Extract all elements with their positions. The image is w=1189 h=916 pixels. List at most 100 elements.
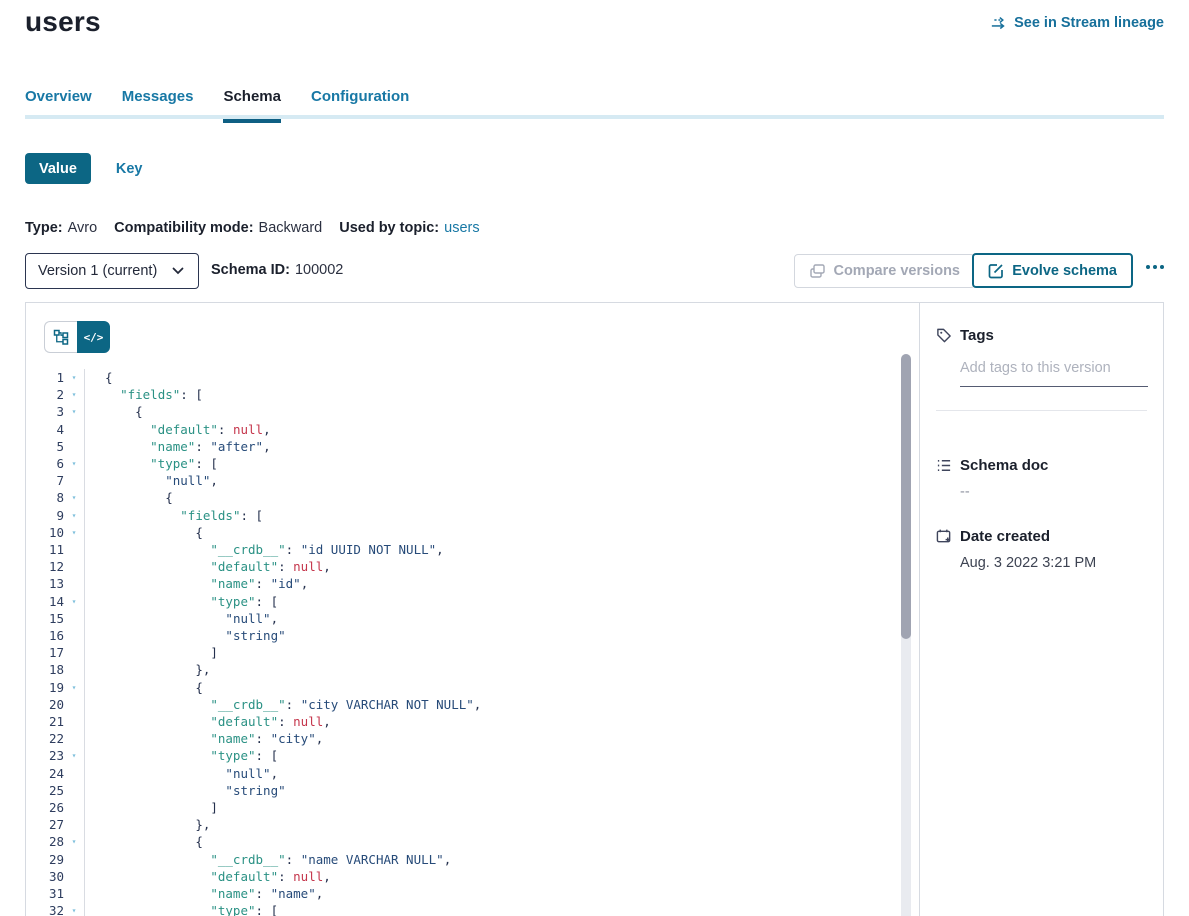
list-icon [936,458,952,474]
collapse-arrow-placeholder [64,661,84,678]
code-line: 27 }, [26,816,919,833]
collapse-arrow-icon[interactable]: ▾ [64,489,84,506]
add-tags-input[interactable] [960,360,1148,387]
line-number: 2 [26,386,64,403]
compare-versions-label: Compare versions [833,263,960,279]
code-text: ] [84,644,919,661]
used-by-topic-link[interactable]: users [444,220,479,236]
collapse-arrow-placeholder [64,541,84,558]
code-view-button[interactable]: </> [77,321,110,353]
collapse-arrow-placeholder [64,713,84,730]
code-line: 3▾ { [26,403,919,420]
collapse-arrow-icon[interactable]: ▾ [64,369,84,386]
code-scrollbar-thumb[interactable] [901,354,911,639]
collapse-arrow-icon[interactable]: ▾ [64,507,84,524]
code-text: "__crdb__": "id UUID NOT NULL", [84,541,919,558]
collapse-arrow-placeholder [64,885,84,902]
code-scrollbar-track[interactable] [901,354,911,916]
collapse-arrow-icon[interactable]: ▾ [64,524,84,541]
line-number: 4 [26,421,64,438]
line-number: 17 [26,644,64,661]
compare-versions-button[interactable]: Compare versions [794,254,975,288]
code-text: "null", [84,472,919,489]
line-number: 1 [26,369,64,386]
code-text: "fields": [ [84,507,919,524]
tree-view-button[interactable] [44,321,77,353]
code-text: "name": "id", [84,575,919,592]
code-text: }, [84,661,919,678]
collapse-arrow-placeholder [64,799,84,816]
collapse-arrow-placeholder [64,816,84,833]
collapse-arrow-icon[interactable]: ▾ [64,386,84,403]
collapse-arrow-placeholder [64,421,84,438]
code-line: 11 "__crdb__": "id UUID NOT NULL", [26,541,919,558]
tree-view-icon [53,329,69,345]
code-text: "default": null, [84,421,919,438]
code-view-icon: </> [84,331,104,344]
code-text: { [84,833,919,850]
code-line: 29 "__crdb__": "name VARCHAR NULL", [26,851,919,868]
schema-sidebar: Tags Schema doc -- [919,303,1163,916]
line-number: 15 [26,610,64,627]
collapse-arrow-placeholder [64,558,84,575]
code-line: 16 "string" [26,627,919,644]
line-number: 9 [26,507,64,524]
line-number: 12 [26,558,64,575]
evolve-schema-label: Evolve schema [1012,263,1117,279]
line-number: 5 [26,438,64,455]
line-number: 3 [26,403,64,420]
code-line: 14▾ "type": [ [26,593,919,610]
code-line: 23▾ "type": [ [26,747,919,764]
code-text: "type": [ [84,455,919,472]
code-line: 25 "string" [26,782,919,799]
more-options-button[interactable] [1140,259,1170,275]
code-text: "null", [84,610,919,627]
line-number: 11 [26,541,64,558]
code-text: "type": [ [84,902,919,916]
date-created-section-header: Date created [920,528,1163,545]
schema-controls-row: Version 1 (current) Schema ID: 100002 Com… [25,253,1164,289]
line-number: 20 [26,696,64,713]
schema-doc-section-header: Schema doc [920,457,1163,474]
collapse-arrow-icon[interactable]: ▾ [64,455,84,472]
collapse-arrow-icon[interactable]: ▾ [64,833,84,850]
see-in-stream-lineage-link[interactable]: See in Stream lineage [991,15,1164,31]
copy-icon [809,263,825,279]
code-text: { [84,524,919,541]
line-number: 30 [26,868,64,885]
collapse-arrow-icon[interactable]: ▾ [64,593,84,610]
code-text: "fields": [ [84,386,919,403]
code-line: 28▾ { [26,833,919,850]
key-tab-button[interactable]: Key [116,161,143,177]
lineage-link-label: See in Stream lineage [1014,15,1164,31]
code-line: 26 ] [26,799,919,816]
value-tab-button[interactable]: Value [25,153,91,184]
collapse-arrow-icon[interactable]: ▾ [64,747,84,764]
code-line: 31 "name": "name", [26,885,919,902]
code-line: 9▾ "fields": [ [26,507,919,524]
code-line: 24 "null", [26,765,919,782]
collapse-arrow-icon[interactable]: ▾ [64,403,84,420]
evolve-schema-button[interactable]: Evolve schema [972,253,1133,288]
version-select[interactable]: Version 1 (current) [25,253,199,289]
collapse-arrow-icon[interactable]: ▾ [64,902,84,916]
schema-id-label: Schema ID: [211,262,290,278]
schema-id-value: 100002 [295,262,343,278]
line-number: 18 [26,661,64,678]
code-line: 15 "null", [26,610,919,627]
code-text: "type": [ [84,593,919,610]
code-line: 18 }, [26,661,919,678]
code-text: "default": null, [84,558,919,575]
code-text: { [84,679,919,696]
calendar-plus-icon [936,529,952,545]
collapse-arrow-placeholder [64,627,84,644]
line-number: 8 [26,489,64,506]
code-line: 21 "default": null, [26,713,919,730]
tag-icon [936,328,952,344]
collapse-arrow-icon[interactable]: ▾ [64,679,84,696]
chevron-down-icon [170,263,186,279]
line-number: 25 [26,782,64,799]
collapse-arrow-placeholder [64,696,84,713]
code-line: 2▾ "fields": [ [26,386,919,403]
sidebar-divider [936,410,1147,411]
